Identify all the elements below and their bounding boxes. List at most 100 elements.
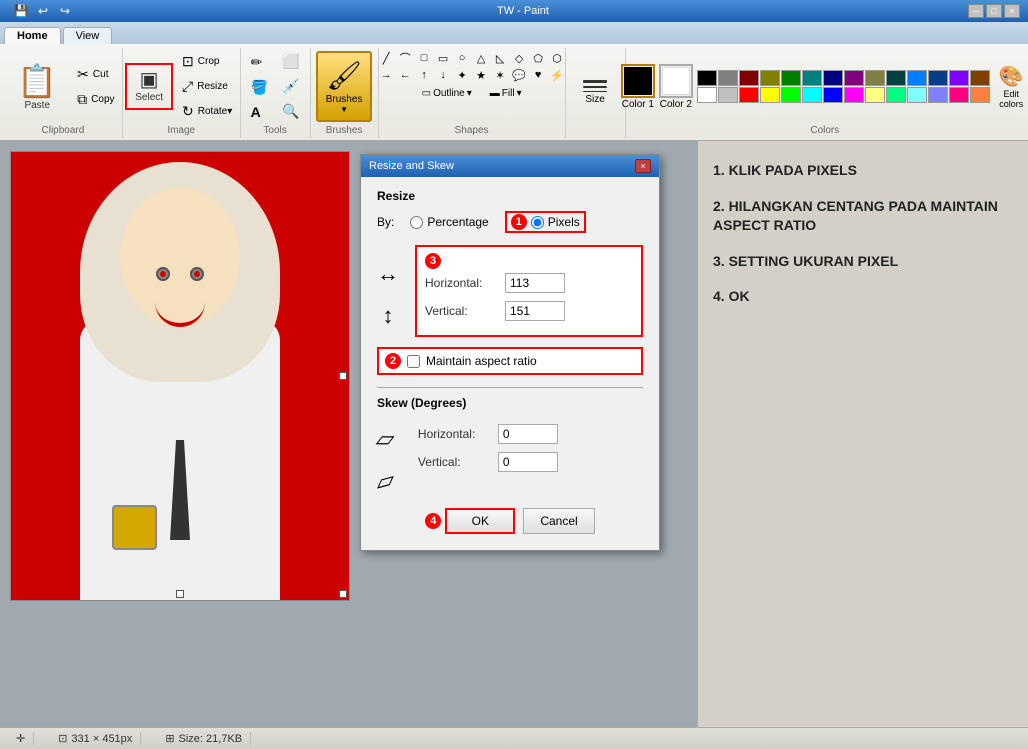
color-swatch[interactable]	[739, 87, 759, 103]
color-swatch[interactable]	[739, 70, 759, 86]
color-swatch[interactable]	[928, 87, 948, 103]
color-swatch[interactable]	[718, 70, 738, 86]
maximize-button[interactable]: □	[986, 4, 1002, 18]
edit-colors-button[interactable]: 🎨 Edit colors	[994, 61, 1028, 112]
copy-button[interactable]: ⧉ Copy	[72, 88, 119, 111]
shape-ellipse[interactable]: ○	[453, 50, 471, 66]
horizontal-input[interactable]	[505, 273, 565, 293]
color-swatch[interactable]	[802, 70, 822, 86]
color-swatch[interactable]	[760, 70, 780, 86]
outline-dropdown[interactable]: ▭ Outline ▾	[417, 85, 477, 102]
fill-dropdown[interactable]: ▬ Fill ▾	[485, 85, 527, 102]
pixels-option[interactable]: Pixels	[531, 215, 580, 229]
color-swatch[interactable]	[844, 87, 864, 103]
color-swatch[interactable]	[844, 70, 864, 86]
percentage-radio[interactable]	[410, 216, 423, 229]
shape-pentagon[interactable]: ⬠	[529, 50, 547, 66]
ok-button[interactable]: OK	[445, 508, 515, 534]
resize-button[interactable]: ⤢ Resize	[177, 75, 237, 98]
colors-content: Color 1 Color 2 �	[621, 50, 1028, 123]
brush-icon: 🖌	[326, 59, 362, 92]
color-swatch[interactable]	[760, 87, 780, 103]
outline-label: Outline	[433, 88, 465, 99]
shape-curve[interactable]: ⌒	[396, 50, 414, 66]
color-swatch[interactable]	[928, 70, 948, 86]
select-button[interactable]: ▣ Select	[129, 67, 169, 106]
percentage-option[interactable]: Percentage	[410, 215, 488, 229]
color-swatch[interactable]	[886, 70, 906, 86]
pixels-radio[interactable]	[531, 216, 544, 229]
color-swatch[interactable]	[970, 87, 990, 103]
qa-save[interactable]: 💾	[12, 2, 30, 20]
magnify-button[interactable]: 🔍	[277, 100, 304, 123]
shape-line[interactable]: ╱	[377, 50, 395, 66]
shape-triangle[interactable]: △	[472, 50, 490, 66]
shape-right-triangle[interactable]: ◺	[491, 50, 509, 66]
color-swatch[interactable]	[823, 70, 843, 86]
color-swatch[interactable]	[886, 87, 906, 103]
crop-button[interactable]: ⊡ Crop	[177, 50, 237, 73]
color-swatch[interactable]	[718, 87, 738, 103]
shape-rect[interactable]: □	[415, 50, 433, 66]
shape-arrow-l[interactable]: ←	[396, 67, 414, 83]
shape-star5[interactable]: ★	[472, 67, 490, 83]
color-swatch[interactable]	[907, 70, 927, 86]
color-swatch[interactable]	[781, 87, 801, 103]
color2-button[interactable]	[659, 64, 693, 98]
skew-h-input[interactable]	[498, 424, 558, 444]
text-button[interactable]: A	[246, 101, 273, 123]
color1-button[interactable]	[621, 64, 655, 98]
cut-button[interactable]: ✂ Cut	[72, 63, 119, 86]
brushes-label: Brushes	[326, 94, 363, 105]
skew-v-input[interactable]	[498, 452, 558, 472]
color-swatch[interactable]	[781, 70, 801, 86]
color-swatch[interactable]	[697, 70, 717, 86]
tab-view[interactable]: View	[63, 27, 113, 44]
shape-rounded-rect[interactable]: ▭	[434, 50, 452, 66]
brushes-button[interactable]: 🖌 Brushes ▼	[316, 51, 373, 122]
color-swatch[interactable]	[865, 70, 885, 86]
pencil-button[interactable]: ✏	[246, 51, 273, 74]
tab-home[interactable]: Home	[4, 27, 61, 44]
color-swatch[interactable]	[970, 70, 990, 86]
resize-handle-br[interactable]	[339, 590, 347, 598]
shape-lightning[interactable]: ⚡	[548, 67, 566, 83]
maintain-aspect-checkbox[interactable]	[407, 355, 420, 368]
eyedropper-button[interactable]: 💉	[277, 75, 304, 98]
shape-hexagon[interactable]: ⬡	[548, 50, 566, 66]
resize-handle-b[interactable]	[176, 590, 184, 598]
left-eye	[156, 267, 170, 281]
color-swatch[interactable]	[865, 87, 885, 103]
horizontal-field-label: Horizontal:	[425, 276, 505, 290]
shape-arrow-u[interactable]: ↑	[415, 67, 433, 83]
color-swatch[interactable]	[907, 87, 927, 103]
shape-diamond[interactable]: ◇	[510, 50, 528, 66]
color-swatch[interactable]	[802, 87, 822, 103]
color-swatch[interactable]	[949, 87, 969, 103]
palette-row2	[697, 87, 990, 103]
shape-heart[interactable]: ♥	[529, 67, 547, 83]
shape-star6[interactable]: ✶	[491, 67, 509, 83]
pointer-icon: ✛	[16, 732, 25, 745]
shape-callout[interactable]: 💬	[510, 67, 528, 83]
shapes-grid: ╱ ⌒ □ ▭ ○ △ ◺ ◇ ⬠ ⬡ → ← ↑ ↓ ✦ ★ ✶	[377, 50, 566, 83]
shape-star4[interactable]: ✦	[453, 67, 471, 83]
minimize-button[interactable]: –	[968, 4, 984, 18]
qa-undo[interactable]: ↩	[34, 2, 52, 20]
paste-button[interactable]: 📋 Paste	[6, 57, 68, 116]
rotate-button[interactable]: ↻ Rotate▾	[177, 100, 237, 123]
shape-arrow-r[interactable]: →	[377, 67, 395, 83]
color-swatch[interactable]	[697, 87, 717, 103]
fill-button[interactable]: 🪣	[246, 76, 273, 99]
shape-arrow-d[interactable]: ↓	[434, 67, 452, 83]
qa-redo[interactable]: ↪	[56, 2, 74, 20]
size-button[interactable]: Size	[578, 75, 612, 110]
color-swatch[interactable]	[949, 70, 969, 86]
close-button[interactable]: ×	[1004, 4, 1020, 18]
eraser-button[interactable]: ⬜	[277, 50, 304, 73]
resize-handle-r[interactable]	[339, 372, 347, 380]
vertical-input[interactable]	[505, 301, 565, 321]
cancel-button[interactable]: Cancel	[523, 508, 594, 534]
dialog-close-button[interactable]: ×	[635, 159, 651, 173]
color-swatch[interactable]	[823, 87, 843, 103]
